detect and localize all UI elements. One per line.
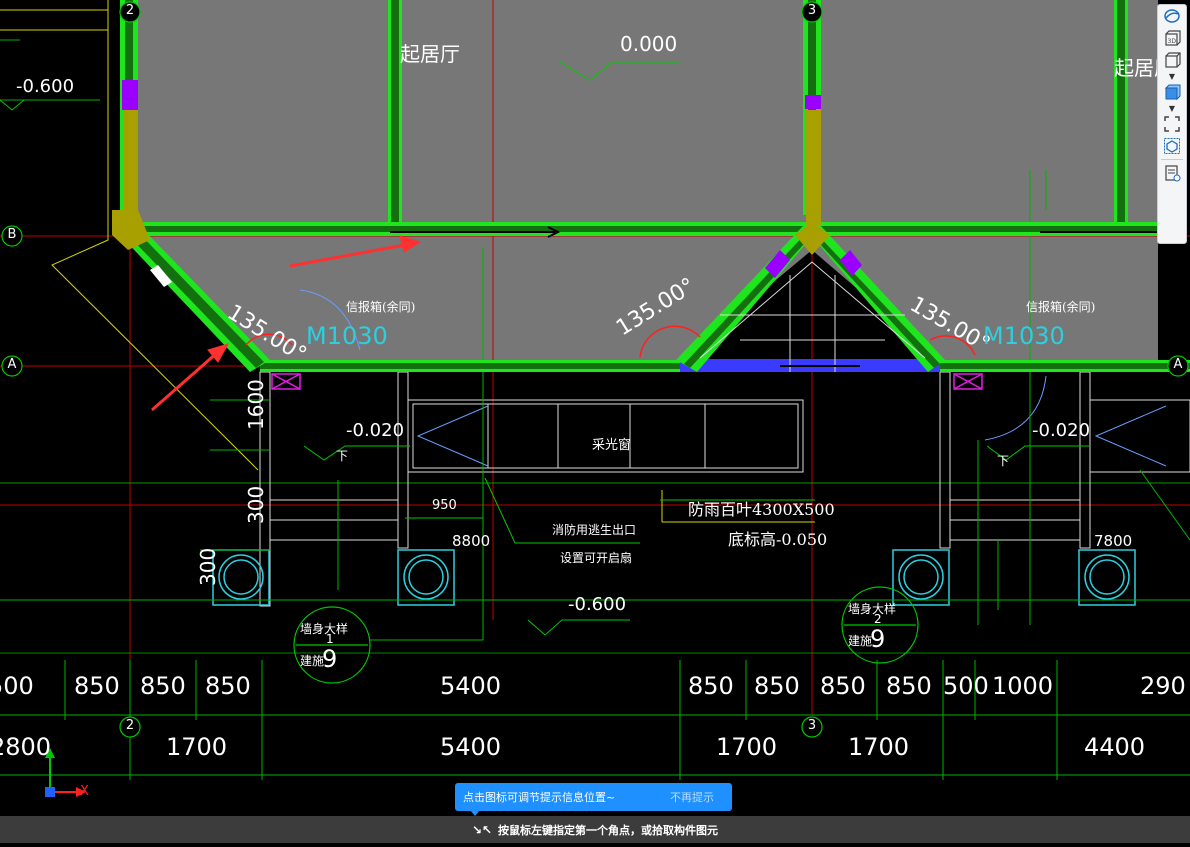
dim-text: 5400	[440, 672, 502, 700]
mailbox-note-left: 信报箱(余同)	[346, 300, 416, 314]
dim-text: 850	[688, 672, 734, 700]
solid-box-icon[interactable]	[1158, 81, 1186, 103]
dim-text: 1700	[848, 733, 910, 761]
door-tag-right: M1030	[983, 322, 1065, 350]
dim-text: 500	[0, 672, 34, 700]
wall-detail-right-ref: 建施	[848, 634, 873, 648]
chevron-down-icon[interactable]: ▼	[1158, 103, 1186, 113]
hint-tooltip[interactable]: 点击图标可调节提示信息位置~ 不再提示	[455, 783, 732, 811]
axis-label-row-b: B	[7, 227, 17, 242]
wall-detail-right-sheet: 9	[870, 625, 886, 653]
floor-level-label: 0.000	[620, 32, 678, 56]
dim-text: 1000	[992, 672, 1054, 700]
dim-8800: 8800	[452, 532, 491, 550]
hint-text: 点击图标可调节提示信息位置~	[463, 791, 616, 804]
axis-label-col-3-bottom: 3	[807, 718, 817, 733]
skylight-note: 采光窗	[592, 438, 632, 453]
louver-note: 防雨百叶4300X500	[688, 500, 835, 519]
axis-label-col-2-bottom: 2	[125, 718, 135, 733]
fit-extent-icon[interactable]	[1158, 113, 1186, 135]
cad-drawing-canvas[interactable]: 2 3 B A A 2 3 起居厅 起居厅 0.000 -0.600 -0.02…	[0, 0, 1190, 843]
dim-row-1: 500 850 850 850 5400 850 850 850 850 500…	[0, 672, 1190, 702]
dim-text: 500	[943, 672, 989, 700]
component-icon[interactable]	[1158, 135, 1186, 157]
dim-text: 4400	[1084, 733, 1146, 761]
dim-text: 850	[886, 672, 932, 700]
fire-exit-note-1: 消防用逃生出口	[552, 523, 637, 537]
dim-text: 850	[205, 672, 251, 700]
command-prompt-text: 按鼠标左键指定第一个角点，或拾取构件图元	[498, 823, 719, 837]
axis-label-row-a: A	[7, 357, 17, 372]
door-tag-left: M1030	[306, 322, 388, 350]
dim-text: 850	[754, 672, 800, 700]
level-left-mid: -0.020	[346, 420, 405, 441]
fire-exit-note-2: 设置可开启扇	[560, 551, 633, 565]
ucs-x-label: X	[80, 784, 89, 799]
box-view-icon[interactable]	[1158, 49, 1186, 71]
dim-300-b: 300	[196, 547, 220, 586]
wall-detail-left-title: 墙身大样	[300, 622, 349, 636]
axis-label-row-a-right: A	[1173, 357, 1183, 372]
axis-label-col-3: 3	[807, 3, 817, 18]
down-label-right: 下	[997, 454, 1010, 468]
axis-label-col-2: 2	[125, 3, 135, 18]
dim-text: 1700	[166, 733, 228, 761]
level-left-top: -0.600	[16, 76, 75, 97]
chevron-down-icon[interactable]: ▼	[1158, 71, 1186, 81]
dim-950: 950	[432, 498, 457, 513]
dim-text: 850	[820, 672, 866, 700]
view-toolbar: 3D ▼ ▼	[1157, 4, 1187, 244]
dim-text: 850	[140, 672, 186, 700]
sill-note: 底标高-0.050	[728, 530, 828, 549]
dim-7800: 7800	[1094, 532, 1133, 550]
orbit-icon[interactable]	[1158, 5, 1186, 27]
wall-detail-left-ref: 建施	[300, 654, 325, 668]
toolbar-divider	[1161, 159, 1183, 160]
level-bottom: -0.600	[568, 594, 627, 615]
dim-text: 290	[1140, 672, 1186, 700]
dim-row-2: 2800 1700 5400 1700 1700 4400	[0, 733, 1190, 763]
dim-300-a: 300	[244, 485, 268, 524]
wall-detail-right-num: 2	[874, 612, 882, 626]
dim-1600: 1600	[244, 379, 268, 430]
dim-text: 850	[74, 672, 120, 700]
room-label-living-left: 起居厅	[400, 42, 460, 66]
command-status-bar: ↘↖ 按鼠标左键指定第一个角点，或拾取构件图元	[0, 816, 1190, 843]
properties-icon[interactable]	[1158, 162, 1186, 184]
wall-detail-left-sheet: 9	[322, 645, 338, 673]
wall-detail-left-num: 1	[326, 632, 334, 646]
dim-text: 5400	[440, 733, 502, 761]
down-label-left: 下	[336, 449, 349, 463]
wall-detail-right-title: 墙身大样	[848, 602, 897, 616]
level-right-mid: -0.020	[1032, 420, 1091, 441]
svg-text:3D: 3D	[1168, 38, 1177, 45]
view-3d-icon[interactable]: 3D	[1158, 27, 1186, 49]
mailbox-note-right: 信报箱(余同)	[1026, 300, 1096, 314]
dim-text: 2800	[0, 733, 52, 761]
dismiss-hint-link[interactable]: 不再提示	[670, 789, 724, 805]
dim-text: 1700	[716, 733, 778, 761]
pick-icon: ↘↖	[471, 822, 493, 837]
